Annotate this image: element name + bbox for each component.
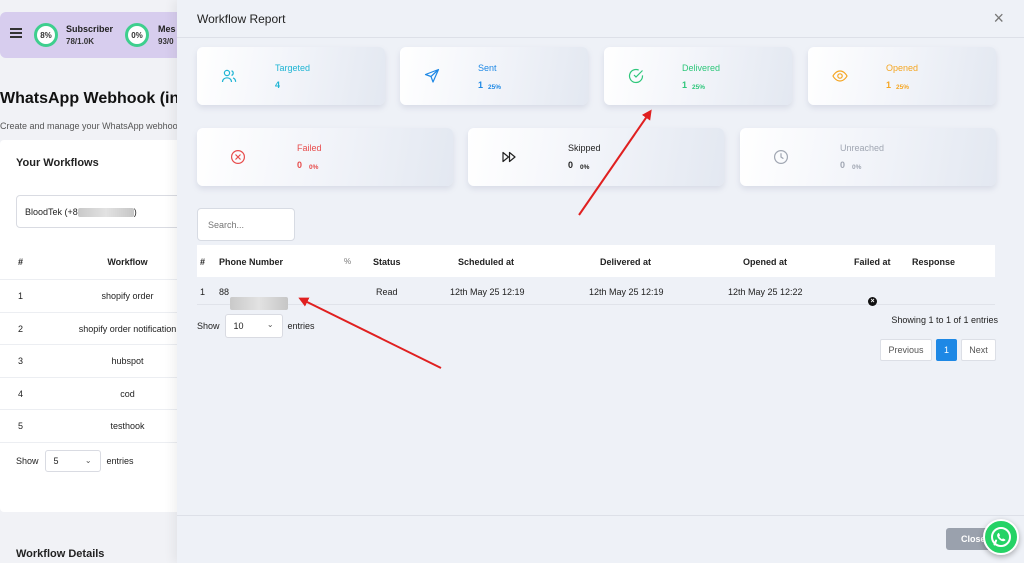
header-scheduled-at[interactable]: Scheduled at [458, 257, 514, 267]
skipped-label: Skipped [568, 143, 601, 153]
sent-label: Sent [478, 63, 497, 73]
whatsapp-chat-button[interactable] [983, 519, 1019, 555]
table-row[interactable]: 2 shopify order notification [0, 313, 200, 345]
page-title: WhatsApp Webhook (in-b [0, 90, 195, 107]
page-1-button[interactable]: 1 [936, 339, 957, 361]
clock-icon [773, 149, 789, 165]
entries-select-value: 5 [53, 456, 59, 466]
header-percent: % [344, 257, 352, 266]
delivered-card: Delivered 1 25% [604, 47, 792, 105]
targeted-card: Targeted 4 [197, 47, 385, 105]
subscriber-value: 78/1.0K [66, 37, 95, 46]
entries-label: entries [106, 456, 134, 466]
sent-card: Sent 1 25% [400, 47, 588, 105]
previous-button[interactable]: Previous [880, 339, 932, 361]
header-phone-number[interactable]: Phone Number [219, 257, 283, 267]
row-status: Read [376, 287, 398, 297]
table-row[interactable]: 3 hubspot [0, 345, 200, 378]
showing-entries-info: Showing 1 to 1 of 1 entries [891, 315, 998, 325]
subscriber-title: Subscriber [66, 24, 114, 34]
account-select-label: BloodTek (+8 [25, 207, 78, 217]
row-scheduled-at: 12th May 25 12:19 [450, 287, 525, 297]
targeted-count: 4 [275, 80, 281, 90]
header-response[interactable]: Response [912, 257, 955, 267]
header-num: # [200, 257, 206, 267]
modal-header: Workflow Report × [177, 0, 1024, 38]
header-delivered-at[interactable]: Delivered at [600, 257, 651, 267]
table-row[interactable]: 4 cod [0, 378, 200, 410]
table-row[interactable]: 1 shopify order [0, 280, 200, 313]
message-value: 93/0 [158, 37, 174, 46]
row-num: 1 [200, 287, 206, 297]
account-select[interactable]: BloodTek (+8) [16, 195, 196, 228]
workflows-card: Your Workflows BloodTek (+8) # Workflow … [0, 140, 200, 512]
account-select-suffix: ) [133, 207, 137, 217]
targeted-label: Targeted [275, 63, 311, 73]
row-delivered-at: 12th May 25 12:19 [589, 287, 664, 297]
sent-percent: 25% [488, 84, 502, 91]
failed-card: Failed 0 0% [197, 128, 453, 186]
unreached-count: 0 [840, 160, 846, 170]
report-table: # Phone Number % Status Scheduled at Del… [197, 245, 995, 310]
skipped-card: Skipped 0 0% [468, 128, 724, 186]
redacted-number [77, 208, 134, 218]
table-row[interactable]: 5 testhook [0, 410, 200, 443]
unreached-card: Unreached 0 0% [740, 128, 996, 186]
table-row[interactable]: 1 88 Read 12th May 25 12:19 12th May 25 … [197, 277, 995, 310]
workflows-card-title: Your Workflows [16, 157, 99, 169]
table-header: # Workflow [0, 246, 200, 280]
delivered-percent: 25% [692, 84, 706, 91]
opened-label: Opened [886, 63, 919, 73]
row-opened-at: 12th May 25 12:22 [728, 287, 803, 297]
message-title: Mes [158, 24, 176, 34]
x-circle-icon [230, 149, 246, 165]
unreached-percent: 0% [852, 164, 862, 171]
unreached-label: Unreached [840, 143, 885, 153]
skipped-count: 0 [568, 160, 574, 170]
show-label: Show [16, 456, 39, 466]
failed-count: 0 [297, 160, 303, 170]
pagination: Previous 1 Next [880, 339, 996, 361]
page-subtitle: Create and manage your WhatsApp webhoo [0, 121, 178, 131]
sent-count: 1 [478, 80, 484, 90]
row-phone: 88 [219, 287, 289, 310]
eye-icon [832, 70, 848, 82]
top-stats-bar: 8% Subscriber 78/1.0K 0% Mes 93/0 [0, 12, 200, 58]
opened-count: 1 [886, 80, 892, 90]
menu-icon[interactable] [10, 28, 22, 38]
fast-forward-icon [502, 151, 516, 163]
row-phone-prefix: 88 [219, 287, 230, 297]
opened-percent: 25% [896, 84, 910, 91]
check-circle-icon [628, 68, 644, 84]
show-entries: Show 5 ⌄ entries [16, 450, 134, 472]
redacted-phone [230, 297, 289, 310]
failed-label: Failed [297, 143, 322, 153]
workflow-details-title: Workflow Details [16, 548, 105, 560]
subscriber-progress-ring: 8% [34, 23, 58, 47]
entries-select[interactable]: 5 ⌄ [44, 450, 101, 472]
chevron-down-icon: ⌄ [84, 456, 92, 465]
table-header: # Phone Number % Status Scheduled at Del… [197, 245, 995, 277]
message-progress-ring: 0% [125, 23, 149, 47]
workflow-report-modal: Workflow Report × Targeted 4 Sent 1 25% … [177, 0, 1024, 563]
modal-title: Workflow Report [197, 12, 286, 26]
whatsapp-icon [991, 527, 1011, 547]
send-icon [424, 68, 440, 83]
header-failed-at[interactable]: Failed at [854, 257, 891, 267]
header-status[interactable]: Status [373, 257, 401, 267]
workflows-table: # Workflow 1 shopify order 2 shopify ord… [0, 246, 200, 443]
modal-footer-divider [177, 515, 1024, 516]
header-opened-at[interactable]: Opened at [743, 257, 787, 267]
delivered-count: 1 [682, 80, 688, 90]
opened-card: Opened 1 25% [808, 47, 996, 105]
skipped-percent: 0% [580, 164, 590, 171]
failed-percent: 0% [309, 164, 319, 171]
delivered-label: Delivered [682, 63, 721, 73]
close-icon[interactable]: × [993, 9, 1004, 27]
next-button[interactable]: Next [961, 339, 996, 361]
users-icon [221, 69, 237, 83]
search-input[interactable] [208, 220, 288, 230]
search-field[interactable] [197, 208, 295, 241]
